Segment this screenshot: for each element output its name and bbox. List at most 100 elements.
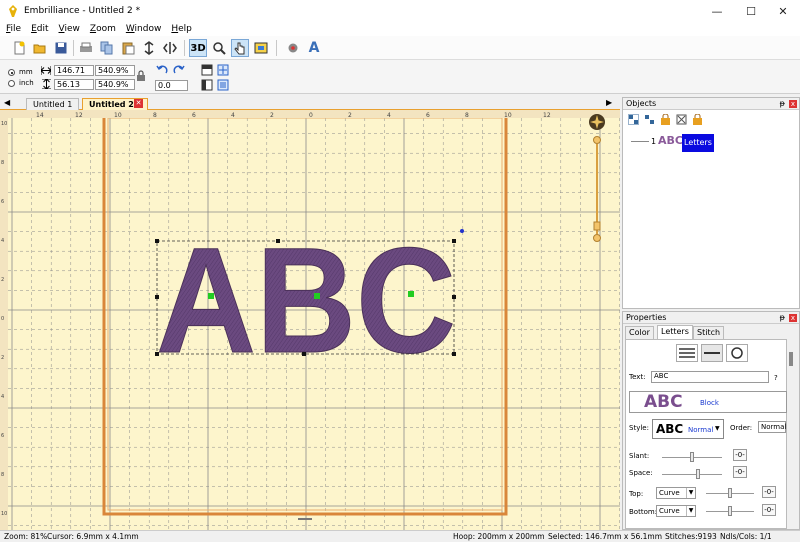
align-left-icon <box>201 79 213 91</box>
font-tool-button[interactable]: A <box>305 39 323 57</box>
top-slider[interactable] <box>706 488 754 498</box>
width-percent-input[interactable]: 540.9% <box>95 65 135 76</box>
rotate-right-button[interactable] <box>172 63 186 77</box>
objects-panel-title: Objects <box>626 99 657 108</box>
font-name: Block <box>700 399 719 407</box>
unit-inch-radio[interactable] <box>8 80 15 87</box>
menu-edit[interactable]: Edit <box>31 24 48 34</box>
3d-view-button[interactable]: 3D <box>189 39 207 57</box>
objects-close-icon[interactable]: x <box>789 100 797 108</box>
menu-help[interactable]: Help <box>171 24 192 34</box>
slant-reset-button[interactable]: -0- <box>733 449 747 461</box>
ruler-tick-label: 8 <box>1 472 4 478</box>
mirror-horizontal-button[interactable] <box>161 39 179 57</box>
open-file-button[interactable] <box>31 39 49 57</box>
lock-object-button[interactable] <box>660 113 671 127</box>
justify-left-button[interactable] <box>676 344 698 362</box>
distribute-icon <box>217 79 229 91</box>
font-selector[interactable]: ABC Block <box>629 391 787 413</box>
lock-all-button[interactable] <box>692 113 703 127</box>
properties-close-icon[interactable]: x <box>789 314 797 322</box>
minimize-button[interactable]: — <box>700 0 734 22</box>
magnifier-icon <box>213 42 226 55</box>
properties-scrollbar[interactable] <box>789 352 793 366</box>
canvas-svg[interactable]: 14 12 10 8 6 4 2 0 2 4 6 8 10 12 10 8 6 4 2 0 2 4 6 8 10 ABC <box>0 110 620 530</box>
top-reset-button[interactable]: -0- <box>762 486 776 498</box>
ruler-tick-label: 8 <box>153 112 157 119</box>
space-slider[interactable] <box>662 469 722 479</box>
tab-scroll-left-icon[interactable]: ◀ <box>4 98 10 107</box>
tab-letters[interactable]: Letters <box>657 325 693 339</box>
bottom-select[interactable]: Curve ▼ <box>656 505 696 517</box>
rotate-left-button[interactable] <box>155 63 169 77</box>
printer-icon <box>80 42 92 52</box>
align-top-button[interactable] <box>200 63 214 77</box>
properties-pin-icon[interactable]: ᵽ <box>780 312 785 323</box>
unlock-object-button[interactable] <box>676 114 687 127</box>
new-file-button[interactable] <box>10 39 28 57</box>
circle-baseline-button[interactable] <box>726 344 748 362</box>
slant-slider[interactable] <box>662 452 722 462</box>
objects-pin-icon[interactable]: ᵽ <box>780 98 785 109</box>
zoom-button[interactable] <box>210 39 228 57</box>
lock-proportion-button[interactable] <box>135 69 147 83</box>
center-button[interactable] <box>216 63 230 77</box>
properties-panel: Properties ᵽ x Color Letters Stitch Text… <box>622 311 800 530</box>
tab-untitled-1[interactable]: Untitled 1 <box>26 98 80 110</box>
help-button[interactable]: ? <box>774 374 778 382</box>
ruler-tick-label: 4 <box>1 394 4 400</box>
ruler-tick-label: 12 <box>543 112 551 119</box>
settings-button[interactable] <box>284 39 302 57</box>
rotation-input[interactable]: 0.0 <box>155 80 188 91</box>
mirror-vertical-button[interactable] <box>140 39 158 57</box>
tab-scroll-right-icon[interactable]: ▶ <box>606 98 612 107</box>
hoop-view-button[interactable] <box>252 39 270 57</box>
align-left-button[interactable] <box>200 78 214 92</box>
ruler-tick-label: 6 <box>426 112 430 119</box>
design-text[interactable]: ABC <box>156 216 457 385</box>
bottom-slider[interactable] <box>706 506 754 516</box>
select-button[interactable] <box>231 39 249 57</box>
space-reset-button[interactable]: -0- <box>733 466 747 478</box>
distribute-button[interactable] <box>216 78 230 92</box>
unlock-icon <box>676 114 687 125</box>
menu-view[interactable]: View <box>59 24 80 34</box>
style-select[interactable]: ABC Normal ▼ <box>652 419 724 439</box>
group-button[interactable] <box>628 114 639 127</box>
copy-button[interactable] <box>98 39 116 57</box>
menu-window[interactable]: Window <box>126 24 162 34</box>
close-window-button[interactable]: ✕ <box>766 0 800 22</box>
menu-zoom[interactable]: Zoom <box>90 24 116 34</box>
save-button[interactable] <box>52 39 70 57</box>
order-select[interactable]: Normal <box>758 421 786 433</box>
tab-color[interactable]: Color <box>625 326 654 339</box>
ruler-tick-label: 6 <box>1 199 4 205</box>
height-percent-input[interactable]: 540.9% <box>95 79 135 90</box>
order-label: Order: <box>730 424 753 432</box>
object-list-item[interactable]: 1 ABC Letters <box>631 134 796 152</box>
app-logo-icon <box>9 5 17 17</box>
object-item-thumbnail: ABC <box>658 134 683 147</box>
status-selected: Selected: 146.7mm x 56.1mm <box>548 532 663 541</box>
height-input[interactable]: 56.13 <box>54 79 94 90</box>
unit-mm-radio[interactable] <box>8 69 15 76</box>
text-label: Text: <box>629 373 646 381</box>
print-button[interactable] <box>77 39 95 57</box>
ungroup-button[interactable] <box>644 114 655 127</box>
tab-stitch[interactable]: Stitch <box>693 326 725 339</box>
ruler-tick-label: 2 <box>270 112 274 119</box>
maximize-button[interactable]: ☐ <box>734 0 768 22</box>
straight-baseline-button[interactable] <box>701 344 723 362</box>
text-input[interactable]: ABC <box>651 371 769 383</box>
width-input[interactable]: 146.71 <box>54 65 94 76</box>
design-canvas[interactable]: 14 12 10 8 6 4 2 0 2 4 6 8 10 12 10 8 6 4 2 0 2 4 6 8 10 ABC <box>0 110 620 530</box>
ungroup-icon <box>645 115 654 124</box>
ruler-tick-label: 2 <box>1 355 4 361</box>
close-tab-icon[interactable]: ✕ <box>134 99 143 108</box>
top-select[interactable]: Curve ▼ <box>656 487 696 499</box>
bottom-reset-button[interactable]: -0- <box>762 504 776 516</box>
paste-icon <box>122 42 135 55</box>
menu-file[interactable]: File <box>6 24 21 34</box>
rotate-handle[interactable] <box>460 229 464 233</box>
paste-button[interactable] <box>119 39 137 57</box>
